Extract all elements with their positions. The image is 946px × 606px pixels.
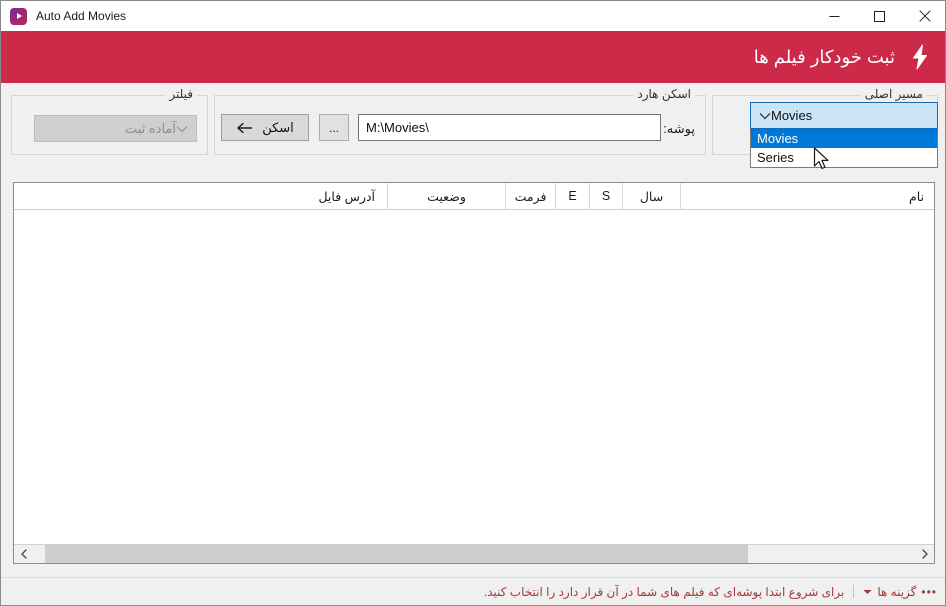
dropdown-option-series[interactable]: Series: [751, 148, 937, 167]
grid-body: [14, 210, 934, 544]
close-button[interactable]: [902, 1, 945, 31]
main-path-value: Movies: [771, 108, 813, 123]
lightning-bolt-icon: [913, 44, 927, 70]
toolbar-region: مسیر اصلی Movies Movies Series اسکن هارد…: [1, 83, 945, 171]
app-header: ثبت خودکار فیلم ها: [1, 31, 945, 83]
window-controls: [812, 1, 945, 31]
title-bar-left: Auto Add Movies: [1, 1, 812, 31]
filter-value: آماده ثبت: [124, 120, 176, 136]
column-header-year[interactable]: سال: [622, 183, 680, 209]
column-header-status[interactable]: وضعیت: [387, 183, 505, 209]
options-dots-icon: •••: [921, 584, 937, 599]
scan-button-label: اسکن: [262, 119, 294, 135]
maximize-icon: [874, 10, 885, 22]
minimize-button[interactable]: [812, 1, 857, 31]
scan-button[interactable]: اسکن: [221, 114, 309, 141]
scrollbar-track[interactable]: [33, 545, 915, 563]
main-path-combobox[interactable]: Movies: [750, 102, 938, 129]
filter-legend: فیلتر: [165, 87, 197, 101]
scan-hard-group: اسکن هارد پوشه: ... اسکن: [214, 87, 706, 155]
scroll-right-button[interactable]: [915, 545, 934, 563]
filter-group: فیلتر آماده ثبت: [11, 87, 208, 155]
close-icon: [918, 10, 931, 22]
scan-hard-legend: اسکن هارد: [633, 87, 695, 101]
scroll-left-button[interactable]: [14, 545, 33, 563]
folder-label: پوشه:: [663, 121, 695, 136]
options-label: گزینه ها: [877, 584, 917, 599]
caret-down-icon: [863, 589, 872, 594]
column-header-season[interactable]: S: [589, 183, 622, 209]
maximize-button[interactable]: [857, 1, 902, 31]
filter-combobox[interactable]: آماده ثبت: [34, 115, 197, 142]
play-badge-icon: [10, 7, 27, 25]
title-bar: Auto Add Movies: [1, 1, 945, 31]
minimize-icon: [829, 15, 840, 17]
arrow-left-icon: [237, 122, 253, 133]
grid-horizontal-scrollbar[interactable]: [14, 544, 934, 563]
app-window: Auto Add Movies ثبت خودکار فیلم ها مسیر …: [0, 0, 946, 606]
main-path-dropdown-list[interactable]: Movies Series: [750, 129, 938, 168]
column-header-episode[interactable]: E: [555, 183, 589, 209]
options-menu-button[interactable]: ••• گزینه ها: [863, 585, 937, 599]
column-header-filepath[interactable]: آدرس فایل: [14, 183, 387, 209]
chevron-right-icon: [921, 549, 928, 559]
chevron-down-icon: [176, 125, 188, 132]
grid-header-row: نام سال S E فرمت وضعیت آدرس فایل: [14, 183, 934, 210]
chevron-left-icon: [20, 549, 27, 559]
status-message: برای شروع ابتدا پوشه‌ای که فیلم های شما …: [483, 584, 845, 599]
folder-path-input[interactable]: [358, 114, 661, 141]
status-bar: ••• گزینه ها برای شروع ابتدا پوشه‌ای که …: [1, 577, 945, 605]
movies-grid: نام سال S E فرمت وضعیت آدرس فایل: [13, 182, 935, 564]
window-title: Auto Add Movies: [36, 9, 127, 23]
dropdown-option-movies[interactable]: Movies: [751, 129, 937, 148]
browse-button[interactable]: ...: [319, 114, 349, 141]
main-path-legend: مسیر اصلی: [860, 87, 927, 101]
column-header-name[interactable]: نام: [680, 183, 934, 209]
status-separator: [853, 585, 855, 598]
scrollbar-thumb[interactable]: [45, 545, 748, 563]
header-title: ثبت خودکار فیلم ها: [753, 46, 895, 67]
chevron-down-icon: [759, 112, 771, 119]
column-header-format[interactable]: فرمت: [505, 183, 555, 209]
